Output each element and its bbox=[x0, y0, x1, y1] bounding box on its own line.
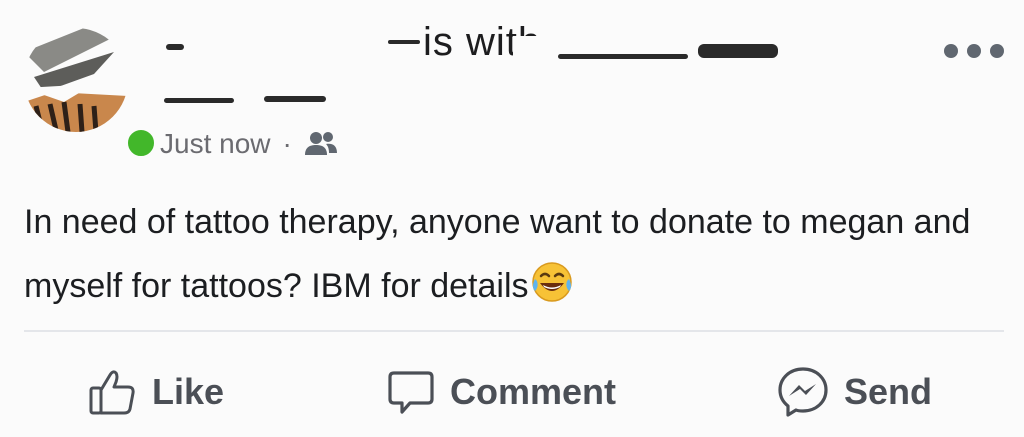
obscured-name bbox=[164, 98, 234, 103]
speech-bubble-icon bbox=[386, 367, 436, 417]
send-button[interactable]: Send bbox=[776, 352, 932, 432]
obscured-name bbox=[166, 44, 184, 50]
obscured-name bbox=[388, 40, 420, 44]
send-label: Send bbox=[844, 371, 933, 412]
more-horizontal-icon bbox=[967, 44, 981, 58]
more-horizontal-icon bbox=[944, 44, 958, 58]
messenger-icon bbox=[776, 365, 830, 419]
facebook-post: is with Just now · In need of tattoo the… bbox=[0, 0, 1024, 437]
obscured-tagged-name[interactable] bbox=[698, 44, 778, 58]
profile-avatar[interactable] bbox=[24, 22, 158, 160]
obscured-name bbox=[264, 96, 326, 102]
like-label: Like bbox=[152, 371, 225, 412]
more-options-button[interactable] bbox=[944, 36, 1004, 66]
timestamp[interactable]: Just now bbox=[160, 128, 271, 160]
post-body-text: In need of tattoo therapy, anyone want t… bbox=[24, 203, 971, 305]
laughing-tears-emoji bbox=[531, 260, 573, 302]
like-button[interactable]: Like bbox=[88, 352, 224, 432]
obscured-region bbox=[513, 36, 573, 66]
thumbs-up-icon bbox=[88, 367, 138, 417]
more-horizontal-icon bbox=[990, 44, 1004, 58]
post-action-bar: Like Comment Send bbox=[0, 352, 1024, 432]
obscured-tagged-name[interactable] bbox=[558, 54, 688, 59]
comment-label: Comment bbox=[450, 371, 617, 412]
post-header: is with bbox=[158, 14, 958, 76]
online-status-dot bbox=[124, 126, 158, 160]
comment-button[interactable]: Comment bbox=[386, 352, 616, 432]
post-body: In need of tattoo therapy, anyone want t… bbox=[24, 190, 984, 318]
post-meta: Just now · bbox=[160, 124, 338, 164]
separator-dot: · bbox=[282, 128, 292, 159]
post-header-secondary bbox=[158, 80, 358, 116]
friends-icon[interactable] bbox=[304, 131, 338, 157]
divider bbox=[24, 330, 1004, 332]
